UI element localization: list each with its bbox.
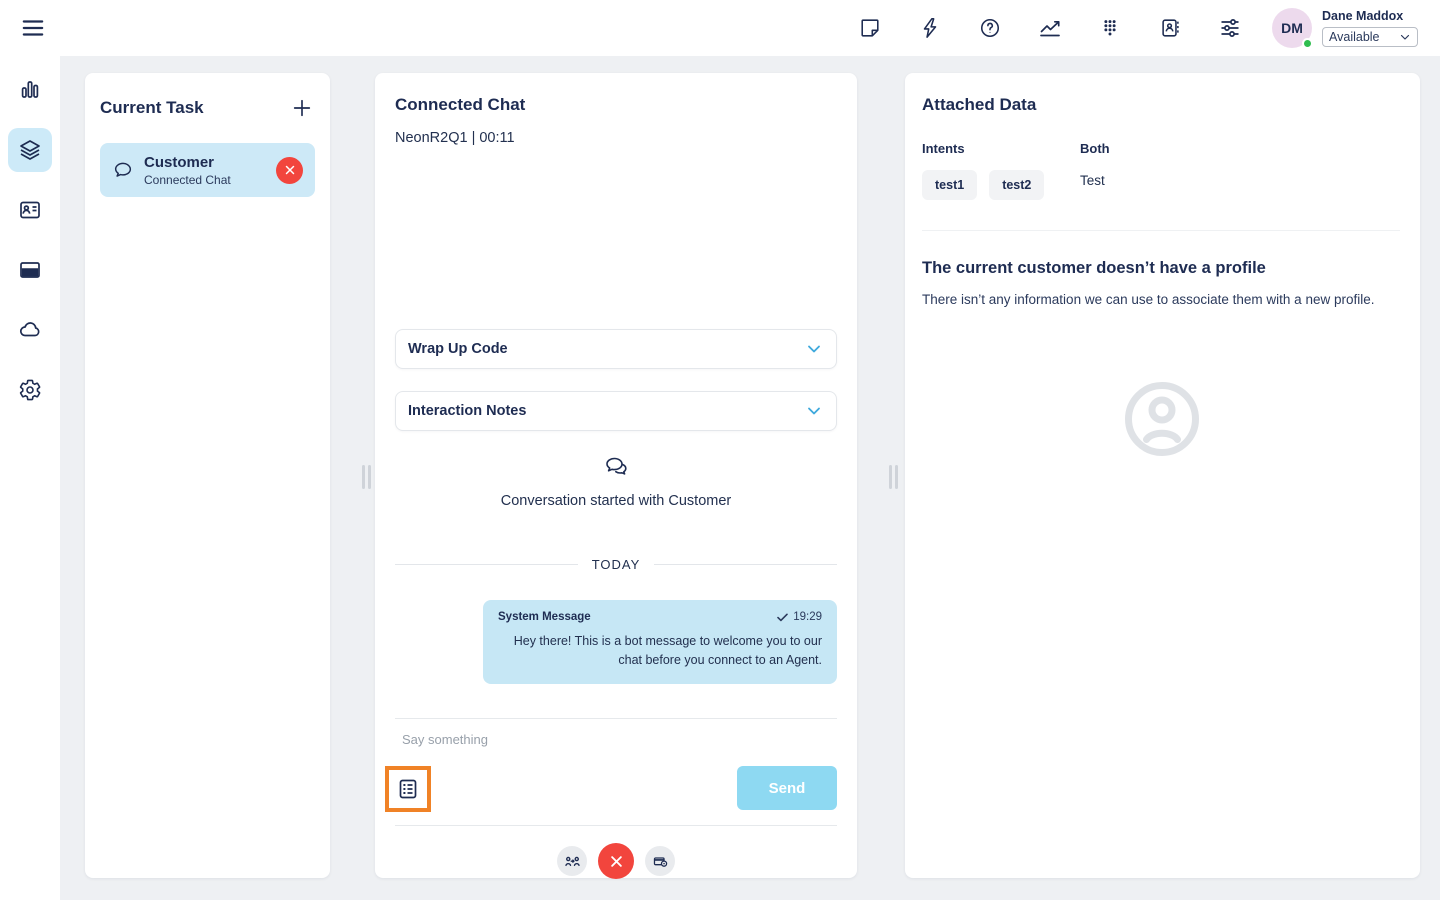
day-divider-label: TODAY [591,557,641,572]
chat-actions [375,843,857,879]
message-sender: System Message [498,611,591,623]
transfer-button[interactable] [557,846,587,876]
conversation-bubbles-icon [606,457,627,475]
sliders-icon [1221,19,1239,37]
user-name: Dane Maddox [1322,9,1404,23]
panel-resize-handle[interactable] [362,465,371,489]
no-profile-title: The current customer doesn’t have a prof… [922,259,1266,277]
mask-button[interactable] [645,846,675,876]
contact-card-icon [20,201,40,219]
task-type: Connected Chat [144,172,231,187]
day-divider: TODAY [395,557,837,572]
rail-item-contact-card[interactable] [8,188,52,232]
top-bar: DM Dane Maddox Available [0,0,1440,56]
current-task-title: Current Task [100,98,204,117]
rail-item-metrics[interactable] [8,68,52,112]
task-close-button[interactable] [276,156,303,184]
bar-chart-icon [21,81,39,98]
say-something-input[interactable] [402,728,822,750]
connected-chat-panel: Connected Chat NeonR2Q1 | 00:11 Wrap Up … [375,73,857,879]
chevron-down-icon [1400,34,1410,40]
panel-resize-handle[interactable] [889,465,898,489]
user-circle-icon [1125,381,1199,456]
message-time: 19:29 [793,611,822,623]
task-card-customer[interactable]: Customer Connected Chat [100,143,315,197]
status-select-value: Available [1329,30,1380,44]
status-select[interactable]: Available [1322,27,1418,47]
avatar[interactable]: DM [1272,8,1313,49]
send-button[interactable]: Send [737,766,837,810]
attached-data-panel: Attached Data Intents test1 test2 Both T… [905,73,1420,878]
intents-label: Intents [922,141,965,156]
plus-icon [293,99,311,117]
topbar-actions: DM Dane Maddox Available [822,8,1418,49]
notes-icon [861,19,879,37]
message-templates-button[interactable] [393,774,423,804]
form-list-icon [399,779,417,799]
chat-bubble-icon [114,162,132,177]
end-chat-button[interactable] [598,843,634,879]
task-name: Customer [144,153,215,171]
analytics-button[interactable] [1038,16,1062,40]
both-label: Both [1080,141,1110,156]
attached-data-title: Attached Data [922,95,1037,114]
message-status: 19:29 [777,611,822,623]
chevron-down-icon [808,345,820,353]
gear-icon [19,379,41,401]
mask-icon [653,856,667,867]
hamburger-menu-button[interactable] [16,11,50,45]
user-chip: DM Dane Maddox Available [1272,8,1418,49]
help-icon [980,18,1000,38]
conversation-start: Conversation started with Customer [375,455,857,509]
intent-chip: test1 [922,170,978,200]
divider [922,230,1400,231]
workspace: Current Task Customer Connected Chat Con… [60,56,1440,900]
chevron-down-icon [808,407,820,415]
message-text: Hey there! This is a bot message to welc… [513,634,822,668]
close-icon [610,855,622,867]
dialpad-icon [1104,20,1116,36]
system-message-bubble: System Message 19:29 Hey there! This is … [483,600,837,684]
left-rail [0,56,60,900]
status-dot [1302,38,1313,49]
rail-item-settings[interactable] [8,368,52,412]
address-book-button[interactable] [1158,16,1182,40]
hamburger-icon [22,20,44,36]
profile-placeholder [1122,379,1202,459]
layers-icon [20,140,40,160]
window-icon [20,262,40,278]
rail-item-interactions[interactable] [8,128,52,172]
current-task-panel: Current Task Customer Connected Chat [85,73,330,878]
conversation-start-text: Conversation started with Customer [500,493,732,509]
rail-item-apps-window[interactable] [8,248,52,292]
no-profile-text: There isn’t any information we can use t… [922,292,1375,307]
both-value: Test [1080,173,1105,188]
address-book-icon [1162,19,1179,37]
rail-item-cloud[interactable] [8,308,52,352]
annotation-highlight-box [385,766,431,812]
close-icon [285,165,294,175]
lightning-icon [923,18,937,38]
filters-button[interactable] [1218,16,1242,40]
divider [395,718,837,719]
line-chart-icon [1040,20,1060,37]
attached-data-grid: Intents test1 test2 Both Test [922,141,1402,200]
notes-button[interactable] [858,16,882,40]
chat-title: Connected Chat [395,95,526,114]
help-button[interactable] [978,16,1002,40]
chat-meta: NeonR2Q1 | 00:11 [395,130,515,146]
wrap-up-code-label: Wrap Up Code [408,341,508,357]
delivered-check-icon [777,613,789,621]
dialpad-button[interactable] [1098,16,1122,40]
cloud-icon [19,322,40,337]
divider [395,825,837,826]
quick-actions-button[interactable] [918,16,942,40]
interaction-notes-dropdown[interactable]: Interaction Notes [395,391,837,431]
avatar-initials: DM [1281,20,1303,36]
transfer-people-icon [564,856,580,866]
intent-chip: test2 [989,170,1045,200]
wrap-up-code-dropdown[interactable]: Wrap Up Code [395,329,837,369]
add-task-button[interactable] [289,95,315,121]
interaction-notes-label: Interaction Notes [408,403,527,419]
